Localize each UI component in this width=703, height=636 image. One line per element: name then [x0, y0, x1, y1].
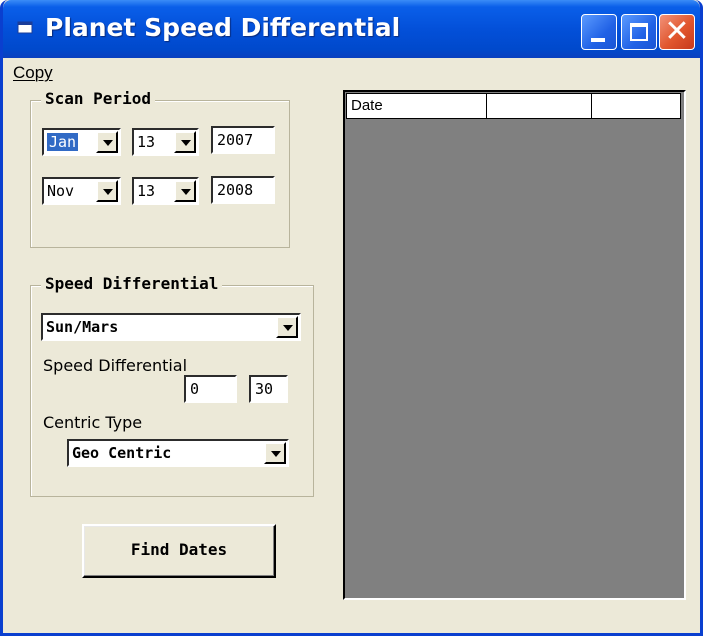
speed-differential-title: Speed Differential [41, 274, 223, 293]
end-month-value: Nov [47, 182, 75, 200]
grid-column-2[interactable] [487, 93, 592, 119]
centric-type-value: Geo Centric [72, 444, 172, 462]
end-day-select[interactable]: 13 [132, 177, 199, 205]
chevron-down-icon[interactable] [96, 131, 118, 153]
menu-copy[interactable]: Copy [13, 63, 53, 83]
minimize-icon [591, 38, 605, 42]
app-icon [17, 21, 33, 34]
find-dates-button[interactable]: Find Dates [82, 524, 276, 578]
minimize-button[interactable] [581, 14, 617, 50]
end-year-input[interactable]: 2008 [211, 176, 275, 204]
grid-header-row: Date [346, 93, 681, 119]
centric-type-select[interactable]: Geo Centric [67, 439, 289, 467]
close-icon: ✕ [664, 14, 690, 49]
speed-max-input[interactable]: 30 [249, 375, 288, 403]
app-window: Planet Speed Differential ✕ Copy Scan Pe… [0, 0, 703, 636]
scan-period-group: Scan Period [30, 89, 290, 248]
grid-column-date[interactable]: Date [346, 93, 487, 119]
start-day-select[interactable]: 13 [132, 128, 199, 156]
chevron-down-icon[interactable] [174, 180, 196, 202]
chevron-down-icon[interactable] [276, 316, 298, 338]
maximize-button[interactable] [621, 14, 657, 50]
scan-period-title: Scan Period [41, 89, 155, 108]
start-year-value: 2007 [217, 131, 254, 149]
chevron-down-icon[interactable] [96, 180, 118, 202]
start-year-input[interactable]: 2007 [211, 126, 275, 154]
grid-column-3[interactable] [592, 93, 681, 119]
planet-pair-select[interactable]: Sun/Mars [41, 313, 301, 341]
chevron-down-icon[interactable] [264, 442, 286, 464]
chevron-down-icon[interactable] [174, 131, 196, 153]
results-grid[interactable]: Date [343, 90, 686, 600]
maximize-icon [630, 23, 648, 41]
speed-max-value: 30 [255, 380, 274, 398]
start-day-value: 13 [137, 133, 156, 151]
end-year-value: 2008 [217, 181, 254, 199]
menu-bar: Copy [3, 58, 700, 88]
start-month-value: Jan [47, 133, 79, 151]
end-month-select[interactable]: Nov [42, 177, 121, 205]
title-bar[interactable]: Planet Speed Differential ✕ [3, 0, 700, 58]
centric-type-label: Centric Type [43, 413, 143, 432]
planet-pair-value: Sun/Mars [46, 318, 119, 336]
speed-min-input[interactable]: 0 [184, 375, 237, 403]
window-title: Planet Speed Differential [45, 13, 401, 42]
start-month-select[interactable]: Jan [42, 128, 121, 156]
speed-min-value: 0 [190, 380, 200, 398]
speed-differential-label: Speed Differential [43, 356, 188, 375]
end-day-value: 13 [137, 182, 156, 200]
close-button[interactable]: ✕ [659, 14, 695, 50]
